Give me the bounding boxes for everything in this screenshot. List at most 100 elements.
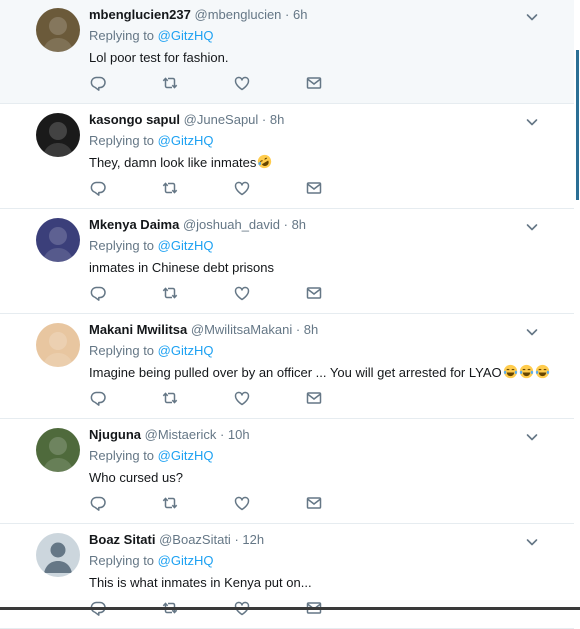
like-icon[interactable] (233, 284, 251, 302)
tweet-text: inmates in Chinese debt prisons (89, 259, 274, 277)
display-name[interactable]: Makani Mwilitsa (89, 322, 187, 337)
avatar[interactable] (36, 323, 80, 367)
direct-message-icon[interactable] (305, 494, 323, 512)
tweet-header: Boaz Sitati @BoazSitati · 12h (89, 531, 264, 549)
reply-icon[interactable] (89, 74, 107, 92)
tweet-actions (89, 74, 339, 92)
mention-link[interactable]: @GitzHQ (158, 343, 214, 358)
retweet-icon[interactable] (161, 284, 179, 302)
separator-dot: · (281, 7, 293, 22)
reply-icon[interactable] (89, 179, 107, 197)
separator-dot: · (230, 532, 243, 547)
joy-emoji-icon (534, 364, 550, 380)
separator-dot: · (258, 112, 270, 127)
retweet-icon[interactable] (161, 389, 179, 407)
tweet-text-content: inmates in Chinese debt prisons (89, 260, 274, 275)
mention-link[interactable]: @GitzHQ (158, 553, 214, 568)
replying-to-label: Replying to (89, 133, 155, 148)
chevron-down-icon[interactable] (524, 9, 540, 25)
reply-tweet[interactable]: mbenglucien237 @mbenglucien · 6h Replying… (0, 0, 574, 104)
tweet-text-content: Who cursed us? (89, 470, 183, 485)
reply-tweet[interactable]: Njuguna @Mistaerick · 10h Replying to @Gi… (0, 420, 574, 524)
user-handle[interactable]: @Mistaerick (145, 427, 217, 442)
reply-icon[interactable] (89, 284, 107, 302)
joy-emoji-icon (502, 364, 518, 380)
mention-link[interactable]: @GitzHQ (158, 133, 214, 148)
direct-message-icon[interactable] (305, 179, 323, 197)
chevron-down-icon[interactable] (524, 429, 540, 445)
retweet-icon[interactable] (161, 494, 179, 512)
reply-tweet[interactable]: kasongo sapul @JuneSapul · 8h Replying to… (0, 105, 574, 209)
tweet-actions (89, 494, 339, 512)
like-icon[interactable] (233, 74, 251, 92)
display-name[interactable]: kasongo sapul (89, 112, 180, 127)
tweet-text-content: This is what inmates in Kenya put on... (89, 575, 312, 590)
mention-link[interactable]: @GitzHQ (158, 448, 214, 463)
direct-message-icon[interactable] (305, 389, 323, 407)
tweet-header: Makani Mwilitsa @MwilitsaMakani · 8h (89, 321, 318, 339)
mention-link[interactable]: @GitzHQ (158, 28, 214, 43)
display-name[interactable]: Mkenya Daima (89, 217, 179, 232)
chevron-down-icon[interactable] (524, 219, 540, 235)
user-handle[interactable]: @mbenglucien (195, 7, 282, 22)
mention-link[interactable]: @GitzHQ (158, 238, 214, 253)
reply-tweet[interactable]: Boaz Sitati @BoazSitati · 12h Replying to… (0, 525, 574, 629)
display-name[interactable]: Njuguna (89, 427, 141, 442)
reply-icon[interactable] (89, 389, 107, 407)
chevron-down-icon[interactable] (524, 114, 540, 130)
tweet-header: kasongo sapul @JuneSapul · 8h (89, 111, 284, 129)
chevron-down-icon[interactable] (524, 534, 540, 550)
reply-icon[interactable] (89, 494, 107, 512)
avatar[interactable] (36, 8, 80, 52)
user-handle[interactable]: @BoazSitati (159, 532, 231, 547)
timestamp[interactable]: 8h (304, 322, 318, 337)
timestamp[interactable]: 6h (293, 7, 307, 22)
rolling-laughing-emoji-icon (256, 154, 272, 170)
timestamp[interactable]: 12h (242, 532, 264, 547)
chevron-down-icon[interactable] (524, 324, 540, 340)
tweet-text-content: Imagine being pulled over by an officer … (89, 365, 502, 380)
separator-dot: · (216, 427, 228, 442)
timestamp[interactable]: 10h (228, 427, 250, 442)
avatar[interactable] (36, 113, 80, 157)
tweet-actions (89, 179, 339, 197)
replying-to-label: Replying to (89, 28, 155, 43)
retweet-icon[interactable] (161, 74, 179, 92)
retweet-icon[interactable] (161, 179, 179, 197)
tweet-text: They, damn look like inmates (89, 154, 272, 172)
avatar[interactable] (36, 428, 80, 472)
like-icon[interactable] (233, 389, 251, 407)
avatar[interactable] (36, 218, 80, 262)
tweet-text-content: Lol poor test for fashion. (89, 50, 229, 65)
user-handle[interactable]: @JuneSapul (184, 112, 259, 127)
replying-to: Replying to @GitzHQ (89, 552, 213, 570)
replying-to: Replying to @GitzHQ (89, 27, 213, 45)
joy-emoji-icon (518, 364, 534, 380)
tweet-header: mbenglucien237 @mbenglucien · 6h (89, 6, 307, 24)
tweet-text: Who cursed us? (89, 469, 183, 487)
tweet-text-content: They, damn look like inmates (89, 155, 257, 170)
user-handle[interactable]: @MwilitsaMakani (191, 322, 292, 337)
direct-message-icon[interactable] (305, 74, 323, 92)
replying-to: Replying to @GitzHQ (89, 342, 213, 360)
user-handle[interactable]: @joshuah_david (183, 217, 280, 232)
timestamp[interactable]: 8h (270, 112, 284, 127)
reply-tweet[interactable]: Mkenya Daima @joshuah_david · 8h Replying… (0, 210, 574, 314)
display-name[interactable]: Boaz Sitati (89, 532, 155, 547)
direct-message-icon[interactable] (305, 284, 323, 302)
like-icon[interactable] (233, 179, 251, 197)
like-icon[interactable] (233, 494, 251, 512)
replying-to-label: Replying to (89, 553, 155, 568)
avatar[interactable] (36, 533, 80, 577)
tweet-actions (89, 389, 339, 407)
tweet-text: This is what inmates in Kenya put on... (89, 574, 312, 592)
reply-tweet[interactable]: Makani Mwilitsa @MwilitsaMakani · 8h Repl… (0, 315, 574, 419)
replying-to-label: Replying to (89, 238, 155, 253)
replying-to-label: Replying to (89, 448, 155, 463)
emoji-group (502, 364, 550, 380)
tweet-text: Imagine being pulled over by an officer … (89, 364, 550, 382)
tweet-header: Mkenya Daima @joshuah_david · 8h (89, 216, 306, 234)
display-name[interactable]: mbenglucien237 (89, 7, 191, 22)
timestamp[interactable]: 8h (292, 217, 306, 232)
scrollbar-thumb[interactable] (576, 50, 579, 200)
